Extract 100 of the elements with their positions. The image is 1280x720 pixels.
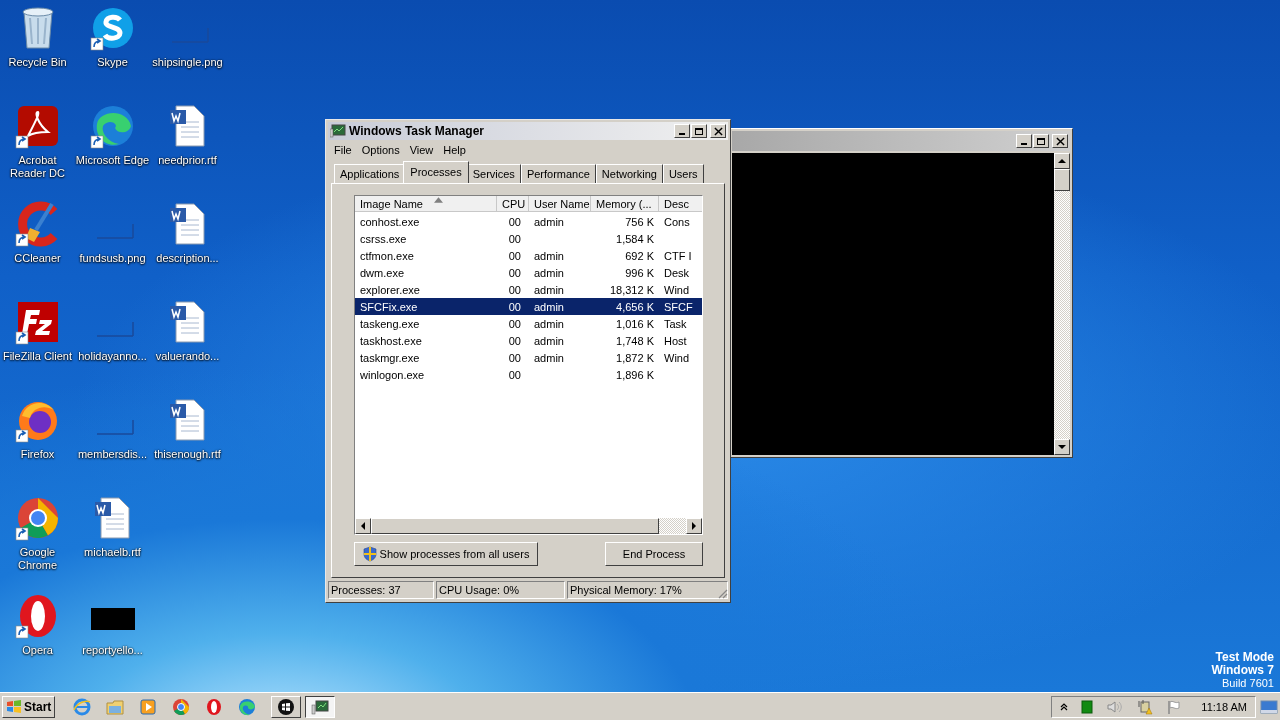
resize-grip-icon[interactable] (716, 587, 728, 599)
column-header[interactable]: Desc (659, 196, 702, 212)
tray-app-icon[interactable] (1081, 699, 1094, 714)
table-cell: dwm.exe (360, 266, 405, 279)
table-cell: admin (534, 300, 564, 313)
status-pane: CPU Usage: 0% (436, 581, 565, 599)
menu-item[interactable]: View (405, 143, 440, 157)
table-cell: admin (534, 351, 564, 364)
tab[interactable]: Users (662, 164, 704, 183)
table-cell: 996 K (625, 266, 654, 279)
clock[interactable]: 11:18 AM (1201, 700, 1247, 713)
table-cell: 00 (508, 368, 521, 381)
table-cell: 18,312 K (609, 283, 654, 296)
table-cell: taskeng.exe (360, 317, 420, 330)
tab[interactable]: Processes (403, 161, 469, 183)
table-row[interactable]: taskeng.exe 00 admin 1,016 K Task (355, 315, 702, 332)
window-title: Windows Task Manager (349, 124, 486, 138)
icon-label: needprior.rtf (157, 154, 218, 167)
icon-label: valuerando... (154, 350, 221, 363)
table-cell: 00 (508, 232, 521, 245)
table-row[interactable]: dwm.exe 00 admin 996 K Desk (355, 264, 702, 281)
table-cell: SFCF (664, 300, 693, 313)
table-row[interactable]: taskhost.exe 00 admin 1,748 K Host (355, 332, 702, 349)
end-process-button[interactable]: End Process (605, 542, 703, 566)
column-header[interactable]: Memory (... (591, 196, 659, 212)
arrow-left-icon[interactable] (359, 522, 367, 530)
arrow-down-icon[interactable] (1058, 443, 1066, 451)
icon-label: description... (155, 252, 220, 265)
selected-row[interactable]: SFCFix.exe 00 admin 4,656 K SFCF (355, 298, 702, 315)
chevron-up-icon[interactable] (1060, 702, 1069, 711)
status-pane: Physical Memory: 17% (567, 581, 728, 599)
table-cell: ctfmon.exe (360, 249, 414, 262)
test-mode-text: Build 7601 (1222, 677, 1274, 690)
table-cell: 00 (508, 334, 521, 347)
menu-item[interactable]: File (330, 143, 358, 157)
table-cell: explorer.exe (360, 283, 420, 296)
maximize-icon[interactable] (691, 124, 707, 138)
table-cell: admin (534, 334, 564, 347)
tab[interactable]: Performance (520, 164, 596, 183)
vertical-scrollbar[interactable] (1054, 153, 1070, 455)
horizontal-scrollbar[interactable] (355, 518, 702, 534)
column-header[interactable]: Image Name (355, 196, 497, 212)
table-cell: 1,748 K (616, 334, 654, 347)
arrow-right-icon[interactable] (690, 522, 698, 530)
table-cell: 00 (508, 215, 521, 228)
column-header[interactable]: User Name (529, 196, 591, 212)
network-warning-icon[interactable] (1137, 698, 1154, 715)
table-row[interactable]: explorer.exe 00 admin 18,312 K Wind (355, 281, 702, 298)
table-cell: csrss.exe (360, 232, 407, 245)
table-cell: admin (534, 249, 564, 262)
icon-label: Acrobat Reader DC (9, 154, 66, 180)
icon-label: membersdis... (76, 448, 149, 461)
table-cell: 00 (508, 300, 521, 313)
icon-label: fundsusb.png (78, 252, 147, 265)
start-button[interactable]: Start (2, 695, 56, 718)
table-row[interactable]: conhost.exe 00 admin 756 K Cons (355, 213, 702, 230)
table-cell: 00 (508, 266, 521, 279)
table-row[interactable]: csrss.exe 00 1,584 K (355, 230, 702, 247)
show-desktop-icon[interactable] (1260, 699, 1278, 714)
table-cell: admin (534, 215, 564, 228)
menu-item[interactable]: Help (439, 143, 472, 157)
table-cell: 00 (508, 249, 521, 262)
table-row[interactable]: ctfmon.exe 00 admin 692 K CTF I (355, 247, 702, 264)
close-icon[interactable] (1052, 134, 1068, 148)
status-pane: Processes: 37 (328, 581, 434, 599)
show-all-users-button[interactable]: Show processes from all users (354, 542, 538, 566)
minimize-icon[interactable] (1016, 134, 1032, 148)
column-header[interactable]: CPU (497, 196, 529, 212)
table-cell: admin (534, 317, 564, 330)
table-cell: admin (534, 266, 564, 279)
tab[interactable]: Applications (334, 164, 406, 183)
table-cell: 00 (508, 317, 521, 330)
media-icon[interactable] (139, 697, 158, 716)
icon-label: Firefox (19, 448, 56, 461)
taskbar-button[interactable] (305, 695, 336, 718)
table-row[interactable]: taskmgr.exe 00 admin 1,872 K Wind (355, 349, 702, 366)
opera-icon[interactable] (205, 697, 224, 716)
tab[interactable]: Networking (595, 164, 663, 183)
scroll-thumb[interactable] (371, 518, 659, 534)
table-cell: Desk (664, 266, 690, 279)
table-cell: Task (664, 317, 687, 330)
table-row[interactable]: winlogon.exe 00 1,896 K (355, 366, 702, 383)
tab[interactable]: Services (466, 164, 521, 183)
chrome-icon[interactable] (172, 697, 191, 716)
table-cell: Cons (664, 215, 690, 228)
menu-item[interactable]: Options (357, 143, 406, 157)
icon-label: thisenough.rtf (153, 448, 222, 461)
minimize-icon[interactable] (674, 124, 690, 138)
icon-label: holidayanno... (77, 350, 148, 363)
table-cell: 756 K (625, 215, 654, 228)
monitor-icon (330, 124, 346, 138)
maximize-icon[interactable] (1033, 134, 1049, 148)
test-mode-text: Windows 7 (1211, 664, 1274, 677)
table-cell: CTF I (664, 249, 692, 262)
scroll-thumb[interactable] (1054, 169, 1070, 191)
close-icon[interactable] (710, 124, 726, 138)
arrow-up-icon[interactable] (1058, 157, 1066, 165)
flag-icon[interactable] (1166, 698, 1183, 715)
table-cell: winlogon.exe (360, 368, 425, 381)
table-cell: 00 (508, 351, 521, 364)
